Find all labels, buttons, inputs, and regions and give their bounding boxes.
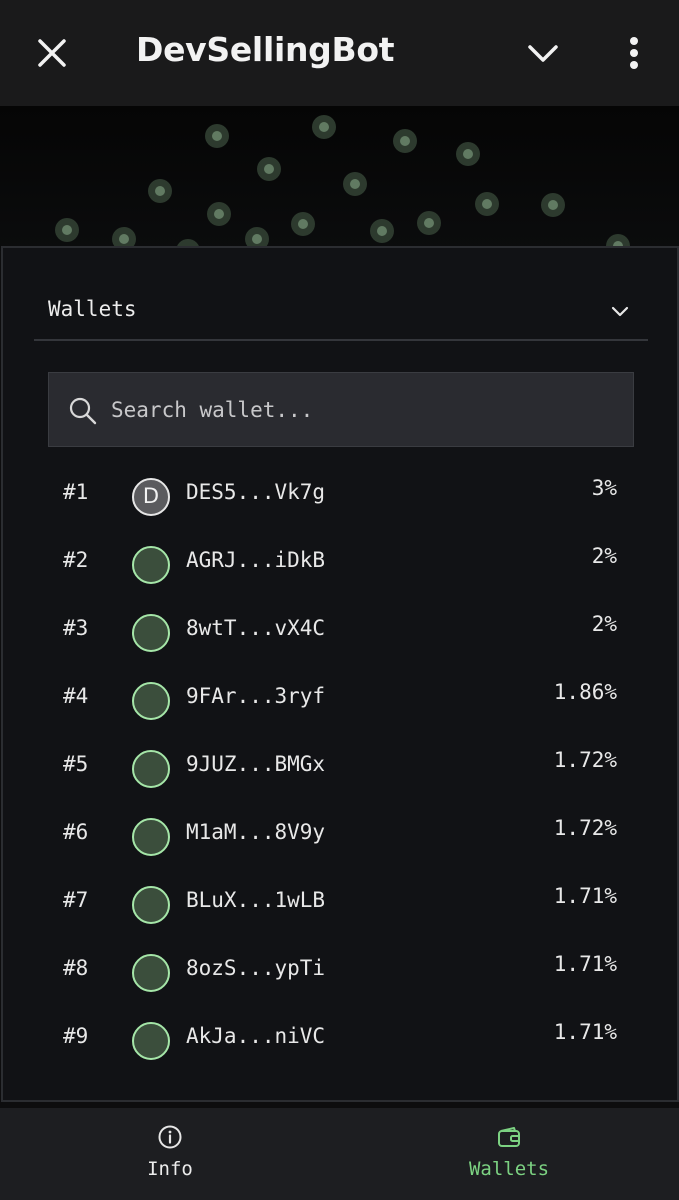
decorative-dot [257,157,281,181]
collapse-button[interactable] [521,31,565,75]
close-button[interactable] [30,31,74,75]
wallet-avatar [132,614,170,652]
info-icon [158,1125,182,1149]
wallets-section-header[interactable]: Wallets [34,285,648,341]
wallet-row[interactable]: #8 8ozS...ypTi 1.71% [3,936,677,1004]
chevron-down-icon [611,306,629,317]
wallet-address: AGRJ...iDkB [186,548,326,572]
wallet-row[interactable]: #7 BLuX...1wLB 1.71% [3,868,677,936]
nav-tab-wallets[interactable]: Wallets [339,1108,679,1200]
wallet-search-input[interactable] [111,373,621,446]
wallet-avatar [132,818,170,856]
top-app-bar: DevSellingBot [0,0,679,106]
bottom-navigation: Info Wallets [0,1108,679,1200]
decorative-dot [291,212,315,236]
wallet-rank: #5 [63,752,89,776]
wallet-address: DES5...Vk7g [186,480,326,504]
wallet-rank: #9 [63,1024,89,1048]
wallet-percent: 1.72% [553,748,617,772]
decorative-dot [312,115,336,139]
wallet-rank: #7 [63,888,89,912]
more-options-button[interactable] [612,31,656,75]
wallet-avatar: D [132,478,170,516]
decorative-dot [55,218,79,242]
wallet-percent: 1.71% [553,884,617,908]
wallet-row[interactable]: #6 M1aM...8V9y 1.72% [3,800,677,868]
decorative-dot [475,192,499,216]
app-title: DevSellingBot [136,30,395,69]
decorative-dot [393,129,417,153]
wallet-avatar [132,750,170,788]
decorative-dot [370,219,394,243]
wallet-search-box [48,372,634,447]
wallet-row[interactable]: #3 8wtT...vX4C 2% [3,596,677,664]
wallet-percent: 1.71% [553,952,617,976]
decorative-dot-pattern [0,106,679,251]
search-icon [69,397,97,425]
wallets-panel: Wallets #1 D DES5...Vk7g 3% #2 AGRJ...iD… [1,246,679,1102]
wallet-rank: #8 [63,956,89,980]
wallet-rank: #3 [63,616,89,640]
wallet-percent: 2% [591,612,617,636]
chevron-down-icon [528,45,558,62]
decorative-dot [343,172,367,196]
wallet-avatar [132,954,170,992]
wallet-row[interactable]: #1 D DES5...Vk7g 3% [3,460,677,528]
wallet-avatar [132,682,170,720]
wallet-address: 9JUZ...BMGx [186,752,326,776]
wallet-row[interactable]: #5 9JUZ...BMGx 1.72% [3,732,677,800]
decorative-dot [456,142,480,166]
wallet-list: #1 D DES5...Vk7g 3% #2 AGRJ...iDkB 2% #3… [3,460,677,1060]
wallet-address: AkJa...niVC [186,1024,326,1048]
wallet-percent: 2% [591,544,617,568]
wallet-rank: #1 [63,480,89,504]
wallet-address: M1aM...8V9y [186,820,326,844]
wallet-avatar [132,886,170,924]
wallet-rank: #4 [63,684,89,708]
wallet-percent: 1.71% [553,1020,617,1044]
wallet-row[interactable]: #9 AkJa...niVC 1.71% [3,1004,677,1060]
decorative-dot [207,202,231,226]
wallet-avatar [132,1022,170,1060]
wallet-address: 9FAr...3ryf [186,684,326,708]
wallet-address: 8wtT...vX4C [186,616,326,640]
decorative-dot [541,193,565,217]
more-vertical-icon [630,37,638,69]
wallet-percent: 3% [591,476,617,500]
decorative-dot [205,124,229,148]
wallets-section-label: Wallets [48,297,137,321]
wallet-row[interactable]: #4 9FAr...3ryf 1.86% [3,664,677,732]
wallet-icon [498,1127,520,1147]
wallet-row[interactable]: #2 AGRJ...iDkB 2% [3,528,677,596]
wallet-rank: #6 [63,820,89,844]
decorative-dot [148,179,172,203]
wallet-rank: #2 [63,548,89,572]
nav-tab-info-label: Info [147,1158,193,1180]
wallet-percent: 1.72% [553,816,617,840]
close-icon [38,39,66,67]
nav-tab-wallets-label: Wallets [468,1158,550,1180]
decorative-dot [417,211,441,235]
nav-tab-info[interactable]: Info [0,1108,340,1200]
wallet-avatar [132,546,170,584]
wallet-address: 8ozS...ypTi [186,956,326,980]
wallet-address: BLuX...1wLB [186,888,326,912]
wallet-percent: 1.86% [553,680,617,704]
